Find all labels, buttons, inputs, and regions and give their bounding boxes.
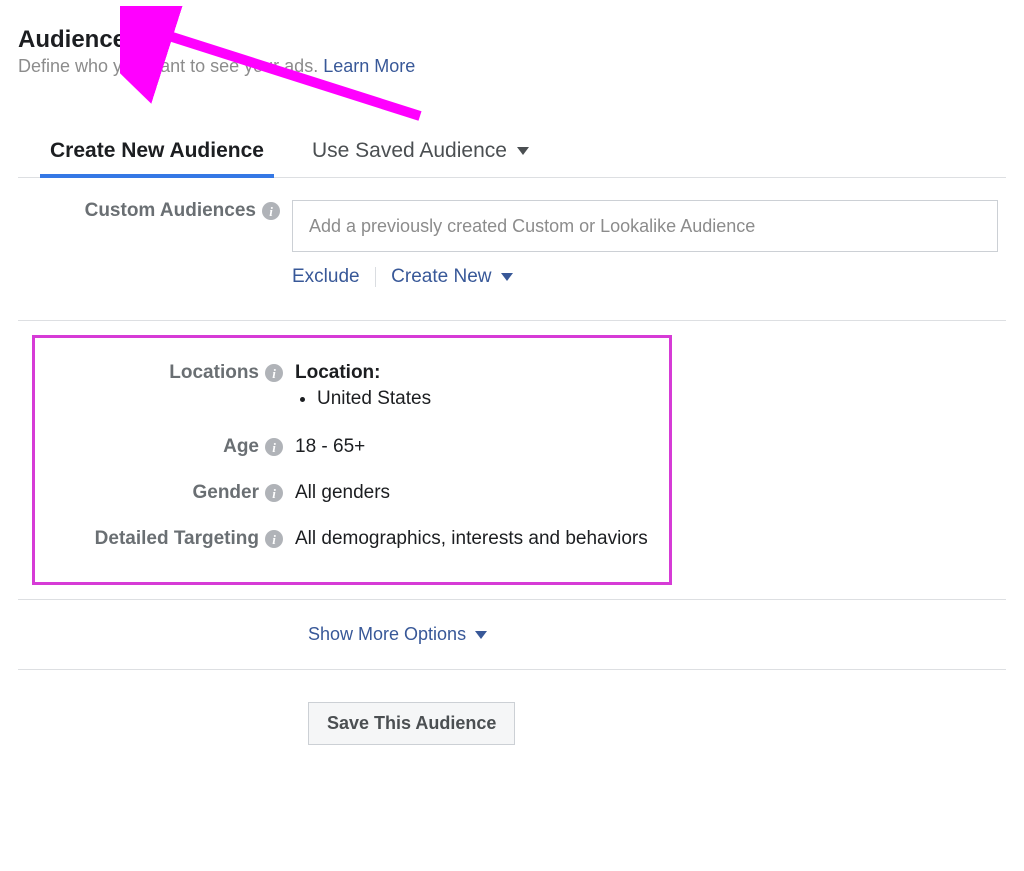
- gender-label: Gender i: [47, 482, 295, 504]
- detailed-targeting-label-text: Detailed Targeting: [95, 528, 259, 550]
- custom-audience-input[interactable]: [292, 200, 998, 252]
- show-more-row: Show More Options: [308, 614, 1006, 655]
- exclude-link[interactable]: Exclude: [292, 266, 360, 287]
- gender-value: All genders: [295, 482, 657, 504]
- chevron-down-icon: [517, 147, 529, 155]
- custom-audiences-label-text: Custom Audiences: [85, 200, 256, 222]
- tab-use-saved-label: Use Saved Audience: [312, 139, 507, 162]
- info-icon[interactable]: i: [265, 438, 283, 456]
- custom-audiences-row: Custom Audiences i Exclude Create New: [18, 178, 1006, 306]
- create-new-link[interactable]: Create New: [391, 266, 513, 287]
- learn-more-link[interactable]: Learn More: [323, 56, 415, 76]
- chevron-down-icon: [475, 631, 487, 639]
- locations-row: Locations i Location: United States: [47, 350, 657, 424]
- create-new-label: Create New: [391, 266, 491, 287]
- audience-tabs: Create New Audience Use Saved Audience: [18, 127, 1006, 178]
- gender-row: Gender i All genders: [47, 470, 657, 516]
- page-subtitle: Define who you want to see your ads. Lea…: [18, 56, 1006, 77]
- custom-audiences-label: Custom Audiences i: [18, 200, 292, 288]
- detailed-targeting-value: All demographics, interests and behavior…: [295, 528, 657, 550]
- divider: [18, 669, 1006, 670]
- save-row: Save This Audience: [308, 684, 1006, 763]
- location-heading: Location:: [295, 362, 657, 384]
- divider: [18, 599, 1006, 600]
- info-icon[interactable]: i: [265, 484, 283, 502]
- detailed-targeting-label: Detailed Targeting i: [47, 528, 295, 550]
- custom-audience-links: Exclude Create New: [292, 266, 1006, 288]
- tab-create-new-audience[interactable]: Create New Audience: [46, 127, 268, 177]
- page-title: Audience: [18, 26, 1006, 54]
- location-item: United States: [317, 388, 657, 410]
- targeting-summary-box: Locations i Location: United States Age …: [32, 335, 672, 585]
- locations-label-text: Locations: [169, 362, 259, 384]
- divider: [375, 267, 376, 287]
- age-label: Age i: [47, 436, 295, 458]
- age-value: 18 - 65+: [295, 436, 657, 458]
- info-icon[interactable]: i: [265, 530, 283, 548]
- age-row: Age i 18 - 65+: [47, 424, 657, 470]
- subtitle-part-b: your ads.: [239, 56, 323, 76]
- gender-label-text: Gender: [192, 482, 259, 504]
- age-label-text: Age: [223, 436, 259, 458]
- chevron-down-icon: [501, 273, 513, 281]
- show-more-label: Show More Options: [308, 624, 466, 644]
- save-this-audience-button[interactable]: Save This Audience: [308, 702, 515, 745]
- divider: [18, 320, 1006, 321]
- subtitle-part-a: Define who you want to: [18, 56, 210, 76]
- locations-label: Locations i: [47, 362, 295, 412]
- tab-use-saved-audience[interactable]: Use Saved Audience: [308, 127, 533, 177]
- locations-value: Location: United States: [295, 362, 657, 412]
- subtitle-part-masked: see: [210, 56, 239, 76]
- info-icon[interactable]: i: [262, 202, 280, 220]
- info-icon[interactable]: i: [265, 364, 283, 382]
- show-more-options-link[interactable]: Show More Options: [308, 624, 487, 644]
- detailed-targeting-row: Detailed Targeting i All demographics, i…: [47, 516, 657, 562]
